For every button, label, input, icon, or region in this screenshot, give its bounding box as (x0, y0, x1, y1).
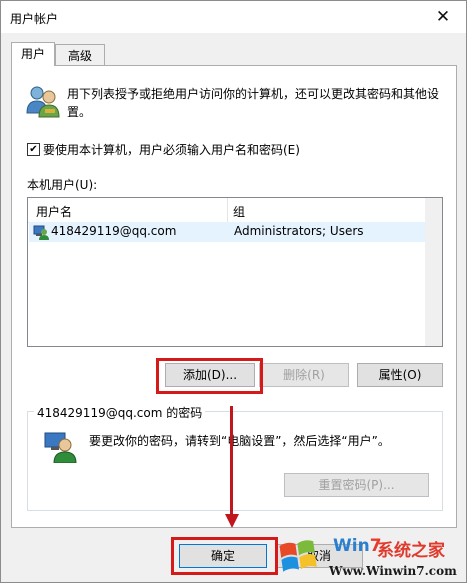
tab-advanced[interactable]: 高级 (55, 44, 105, 66)
description-text: 用下列表授予或拒绝用户访问你的计算机，还可以更改其密码和其他设置。 (67, 87, 440, 119)
table-row[interactable]: 418429119@qq.com Administrators; Users (29, 222, 425, 242)
annotation-arrow-head (225, 514, 239, 528)
list-header: 用户名 组 (28, 198, 426, 223)
tab-users[interactable]: 用户 (11, 42, 55, 66)
watermark-brand-a: Win (333, 536, 370, 556)
column-group[interactable]: 组 (233, 203, 245, 220)
watermark-brand-cn: 系统之家 (377, 541, 445, 561)
users-list[interactable]: 用户名 组 418429119@qq.com Administrators; U… (27, 197, 443, 347)
window-title: 用户帐户 (10, 12, 59, 26)
add-button-highlight (156, 358, 263, 394)
ok-button-highlight (171, 537, 278, 575)
annotation-arrow-line (230, 406, 233, 516)
column-username[interactable]: 用户名 (36, 203, 72, 220)
column-divider[interactable] (227, 198, 228, 222)
watermark-url: Www.Winwin7.com (329, 564, 457, 578)
remove-button[interactable]: 删除(R) (259, 363, 349, 387)
user-password-icon (44, 432, 77, 463)
reset-password-button[interactable]: 重置密码(P)... (284, 473, 429, 497)
local-users-label: 本机用户(U): (27, 178, 98, 192)
require-login-label: 要使用本计算机，用户必须输入用户名和密码(E) (43, 143, 300, 157)
password-group-title: 418429119@qq.com 的密码 (34, 404, 206, 421)
users-icon (26, 86, 60, 118)
user-icon (33, 225, 49, 240)
title-bar: 用户帐户 ✕ (1, 1, 466, 33)
win7-watermark-logo: Win7 系统之家 Www.Winwin7.com (273, 534, 467, 584)
close-button[interactable]: ✕ (420, 1, 466, 33)
require-login-checkbox[interactable]: ✔ (27, 143, 40, 156)
user-accounts-dialog: 用户帐户 ✕ 用户 高级 用下列表授予或拒绝用户访问你的计算机，还可以更改其密码… (0, 0, 467, 583)
properties-button[interactable]: 属性(O) (357, 363, 443, 387)
password-info-text: 要更改你的密码，请转到“电脑设置”，然后选择“用户”。 (89, 434, 390, 448)
row-username: 418429119@qq.com (51, 224, 177, 238)
close-icon: ✕ (435, 7, 451, 27)
row-group: Administrators; Users (234, 224, 364, 238)
list-scrollbar[interactable] (425, 198, 442, 346)
